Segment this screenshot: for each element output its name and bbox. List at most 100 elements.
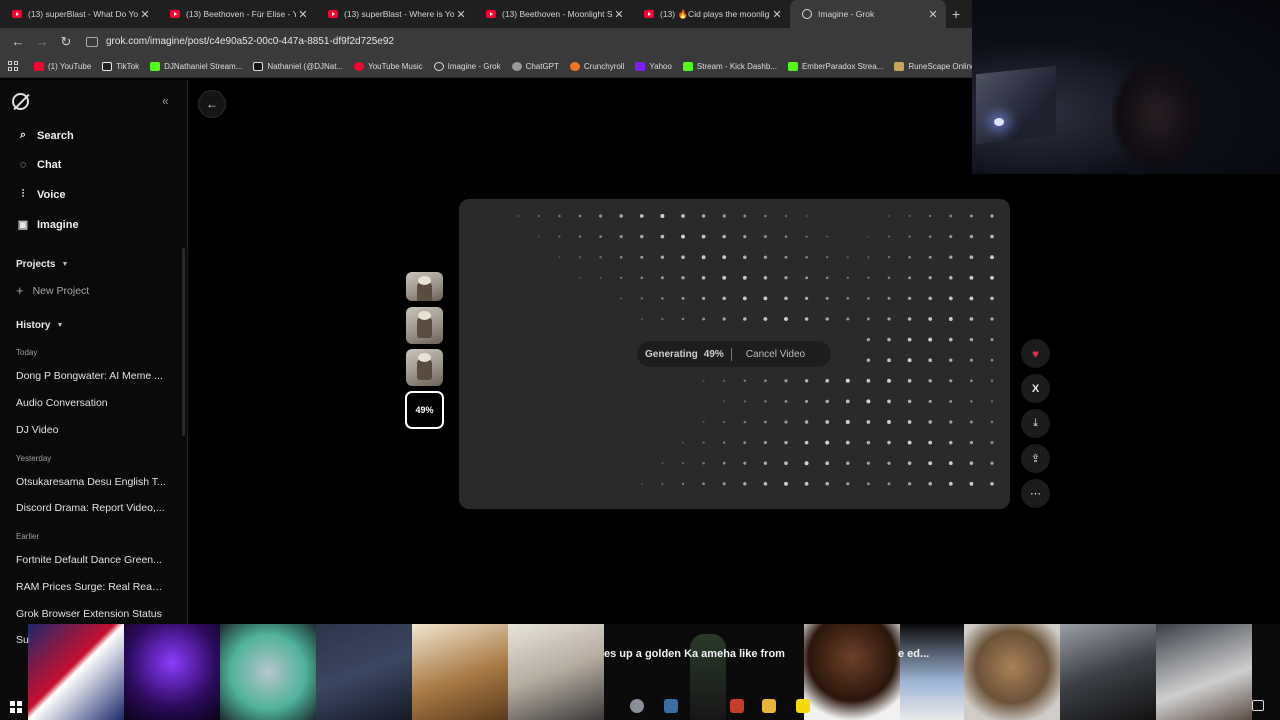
loading-dot xyxy=(763,461,768,465)
projects-header[interactable]: Projects ▼ xyxy=(16,259,68,270)
calculator-icon[interactable] xyxy=(664,699,678,713)
nav-imagine[interactable]: ▣ Imagine xyxy=(16,218,79,232)
loading-dot xyxy=(681,214,685,218)
webcam-monitor-shape xyxy=(976,65,1056,145)
loading-dot xyxy=(763,441,767,445)
taskbar-app-icon[interactable] xyxy=(630,699,644,713)
bookmark-youtube-music[interactable]: YouTube Music xyxy=(354,61,423,71)
site-info-icon[interactable] xyxy=(86,36,98,47)
loading-dot xyxy=(784,214,788,218)
bookmark-crunchyroll[interactable]: Crunchyroll xyxy=(569,61,624,71)
loading-dot xyxy=(969,214,973,218)
loading-dot xyxy=(887,296,891,300)
notification-icon[interactable] xyxy=(1252,700,1264,711)
loading-dot xyxy=(804,420,809,424)
youtube-icon xyxy=(170,10,180,18)
loading-dot xyxy=(887,461,891,465)
bookmark-runescape[interactable]: RuneScape Online xyxy=(894,61,975,71)
close-icon[interactable]: ✕ xyxy=(770,8,784,21)
close-icon[interactable]: ✕ xyxy=(296,8,310,21)
close-icon[interactable]: ✕ xyxy=(454,8,468,21)
loading-dot xyxy=(701,255,706,260)
loading-dot xyxy=(949,276,953,280)
windows-start-icon[interactable] xyxy=(10,701,22,713)
nav-search[interactable]: ⌕ Search xyxy=(16,129,74,142)
loading-dot xyxy=(639,214,644,218)
history-item[interactable]: Audio Conversation xyxy=(16,397,166,409)
upload-button[interactable]: ⇪ xyxy=(1021,444,1050,473)
more-button[interactable]: ⋯ xyxy=(1021,479,1050,508)
history-item[interactable]: DJ Video xyxy=(16,424,166,436)
history-item[interactable]: Dong P Bongwater: AI Meme ... xyxy=(16,370,166,382)
bookmark-chatgpt[interactable]: ChatGPT xyxy=(511,61,559,71)
loading-dot xyxy=(579,276,581,279)
loading-dot xyxy=(722,482,726,486)
tab-cid-moonlight[interactable]: (13) 🔥Cid plays the moonlight ✕ xyxy=(632,0,790,28)
history-header[interactable]: History ▼ xyxy=(16,320,63,331)
back-button[interactable]: ← xyxy=(198,90,226,118)
new-tab-icon[interactable]: + xyxy=(952,6,960,22)
nav-chat[interactable]: ◌ Chat xyxy=(16,159,62,171)
download-button[interactable]: ⤓ xyxy=(1021,409,1050,438)
history-item[interactable]: Fortnite Default Dance Green... xyxy=(16,554,166,566)
back-arrow-icon[interactable]: ← xyxy=(6,34,30,49)
forward-arrow-icon[interactable]: → xyxy=(30,34,54,49)
close-icon[interactable]: ✕ xyxy=(612,8,626,21)
bookmark-djnathaniel-stream[interactable]: DJNathaniel Stream... xyxy=(150,61,242,71)
history-item[interactable]: Grok Browser Extension Status xyxy=(16,608,166,620)
crunchyroll-icon xyxy=(569,61,580,71)
bookmark-kick-dashboard[interactable]: Stream - Kick Dashb... xyxy=(682,61,777,71)
variation-thumbnail[interactable] xyxy=(406,272,443,301)
loading-dot xyxy=(599,255,602,259)
collapse-sidebar-icon[interactable]: « xyxy=(162,94,169,108)
variation-thumbnail[interactable] xyxy=(406,307,443,344)
tab-imagine-grok[interactable]: Imagine - Grok ✕ xyxy=(790,0,946,28)
loading-dot xyxy=(990,379,994,383)
progress-percent: 49% xyxy=(703,348,724,360)
bookmark-tiktok[interactable]: TikTok xyxy=(102,61,139,71)
history-item-cut[interactable]: Su xyxy=(16,634,29,646)
reload-icon[interactable]: ↻ xyxy=(54,34,78,50)
tab-beethoven-moonlight[interactable]: (13) Beethoven - Moonlight Sona ✕ xyxy=(474,0,632,28)
bookmark-imagine-grok[interactable]: Imagine - Grok xyxy=(433,61,501,71)
favorite-button[interactable]: ♥ xyxy=(1021,339,1050,368)
sidebar-scrollbar[interactable] xyxy=(182,248,185,436)
nav-voice[interactable]: ⫶ Voice xyxy=(16,188,66,201)
history-item[interactable]: Otsukaresama Desu English T... xyxy=(16,476,166,488)
loading-dot xyxy=(558,256,561,259)
file-explorer-icon[interactable] xyxy=(762,699,776,713)
url-field[interactable]: grok.com/imagine/post/c4e90a52-00c0-447a… xyxy=(86,36,394,47)
history-item[interactable]: RAM Prices Surge: Real Reaso... xyxy=(16,581,166,593)
grok-logo-icon[interactable] xyxy=(12,93,29,110)
bookmark-youtube[interactable]: (1) YouTube xyxy=(34,61,91,71)
tab-beethoven-fur-elise[interactable]: (13) Beethoven - Für Elise - You ✕ xyxy=(158,0,316,28)
taskbar-app-icon[interactable] xyxy=(730,699,744,713)
bookmark-yahoo[interactable]: Yahoo xyxy=(635,61,672,71)
loading-dot xyxy=(784,399,788,403)
loading-dot xyxy=(825,276,829,280)
loading-dot xyxy=(578,214,582,218)
close-icon[interactable]: ✕ xyxy=(138,8,152,21)
heart-icon: ♥ xyxy=(1031,346,1040,361)
loading-dot xyxy=(846,482,850,486)
loading-dot xyxy=(702,461,705,465)
tab-superblast-1[interactable]: (13) superBlast - What Do You Wa ✕ xyxy=(0,0,158,28)
bookmark-emberparadox[interactable]: EmberParadox Strea... xyxy=(787,61,883,71)
cancel-video-button[interactable]: Cancel Video xyxy=(746,349,805,360)
loading-dot xyxy=(969,275,974,280)
variation-thumbnail[interactable] xyxy=(406,349,443,386)
history-item[interactable]: Discord Drama: Report Video,... xyxy=(16,502,166,514)
sticky-notes-icon[interactable] xyxy=(796,699,810,713)
new-project-button[interactable]: + New Project xyxy=(16,283,89,298)
loading-dot xyxy=(743,482,747,486)
variation-thumbnails: 49% xyxy=(404,272,446,432)
bookmark-x-nathaniel[interactable]: Nathaniel (@DJNat... xyxy=(253,61,343,71)
share-x-button[interactable]: X xyxy=(1021,374,1050,403)
apps-grid-icon[interactable] xyxy=(8,61,18,71)
loading-dot xyxy=(990,214,994,218)
loading-dot xyxy=(990,255,994,260)
close-icon[interactable]: ✕ xyxy=(926,8,940,21)
tab-superblast-2[interactable]: (13) superBlast - Where is Your ✕ xyxy=(316,0,474,28)
loading-dot xyxy=(928,440,933,445)
current-generation-thumbnail[interactable]: 49% xyxy=(405,391,444,429)
